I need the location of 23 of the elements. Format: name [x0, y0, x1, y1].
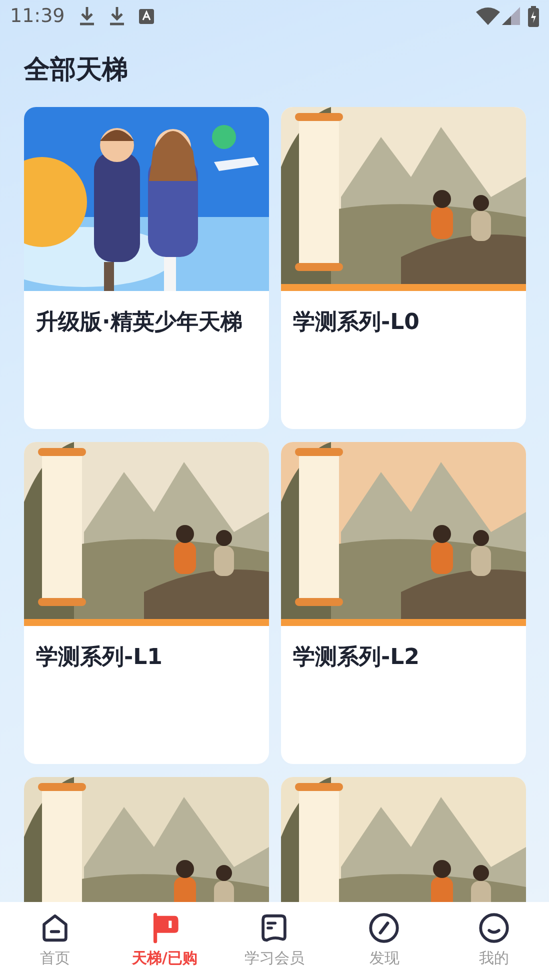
course-card[interactable]: 升级版·精英少年天梯: [24, 107, 269, 429]
course-title: 学测系列-L1: [36, 644, 164, 672]
course-card[interactable]: 学测系列-L1: [24, 442, 269, 764]
signal-icon: [502, 7, 520, 25]
nav-tab[interactable]: 我的: [439, 902, 549, 977]
course-title: 学测系列-L0: [293, 309, 420, 337]
course-card[interactable]: 学测系列-L2: [281, 442, 526, 764]
status-time: 11:39: [10, 5, 65, 27]
compass-icon: [367, 911, 402, 945]
nav-tab[interactable]: 学习会员: [220, 902, 330, 977]
course-title: 学测系列-L2: [293, 644, 420, 672]
course-title: 升级版·精英少年天梯: [36, 309, 244, 337]
course-card[interactable]: 学测系列-L0: [281, 107, 526, 429]
battery-icon: [528, 6, 539, 26]
smile-icon: [477, 911, 512, 945]
download-icon: [108, 6, 125, 26]
nav-tab[interactable]: 首页: [0, 902, 110, 977]
nav-tab[interactable]: 天梯/已购: [110, 902, 220, 977]
page-title: 全部天梯: [24, 54, 129, 87]
download-icon: [78, 6, 95, 26]
wifi-icon: [476, 7, 500, 25]
nav-tab[interactable]: 发现: [329, 902, 440, 977]
keyboard-icon: [138, 8, 154, 24]
